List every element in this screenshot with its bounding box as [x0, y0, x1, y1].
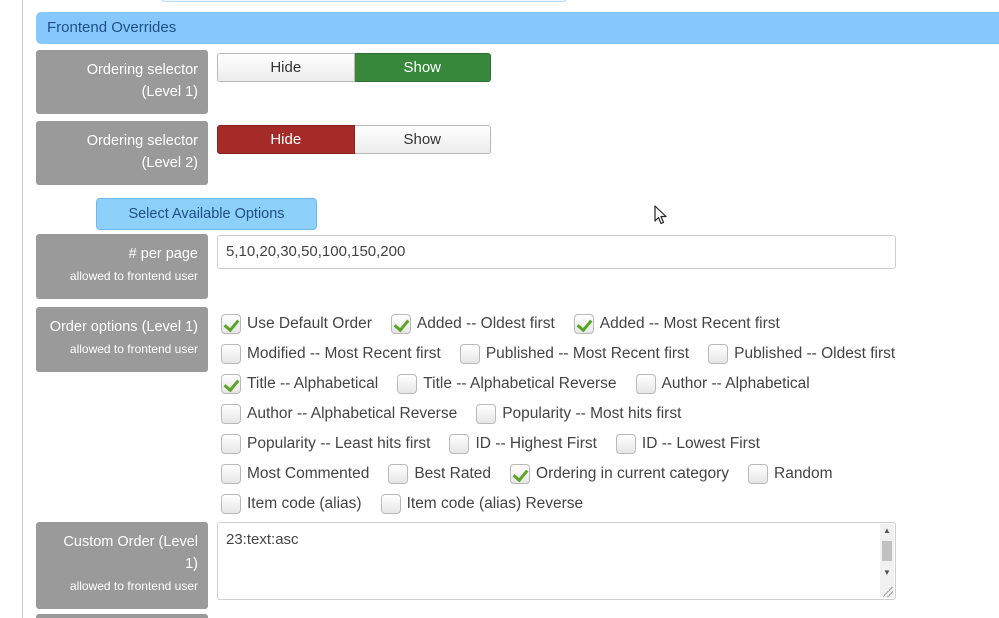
checkbox-icon[interactable] [635, 374, 656, 394]
option-modified-most-recent-first[interactable]: Modified -- Most Recent first [221, 344, 441, 364]
option-popularity-least-hits-first[interactable]: Popularity -- Least hits first [221, 434, 430, 454]
checkbox-icon[interactable] [476, 404, 497, 424]
option-use-default-order[interactable]: Use Default Order [221, 314, 372, 334]
check-icon[interactable] [510, 464, 531, 484]
check-icon[interactable] [221, 314, 241, 334]
check-icon[interactable] [221, 374, 241, 394]
checkbox-icon[interactable] [459, 344, 480, 364]
custom-order-label: Custom Order (Level 1) allowed to fronte… [36, 522, 208, 609]
option-best-rated[interactable]: Best Rated [388, 464, 491, 484]
scrollbar-thumb[interactable] [882, 541, 892, 561]
options-row: Most Commented Best Rated Ordering in cu… [221, 459, 851, 489]
options-row: Author -- Alphabetical Reverse Popularit… [221, 399, 699, 429]
option-ordering-in-current-category[interactable]: Ordering in current category [510, 464, 729, 484]
options-row: Use Default Order Added -- Oldest first … [221, 309, 798, 339]
order-options-label: Order options (Level 1) allowed to front… [36, 307, 208, 372]
ordering-level2-toggle[interactable]: Hide Show [217, 125, 491, 154]
ordering-level1-hide-button[interactable]: Hide [217, 53, 355, 82]
option-item-code-alias[interactable]: Item code (alias) [221, 494, 362, 514]
option-random[interactable]: Random [748, 464, 833, 484]
checkbox-icon[interactable] [708, 344, 729, 364]
options-row: Title -- Alphabetical Title -- Alphabeti… [221, 369, 828, 399]
checkbox-icon[interactable] [615, 434, 636, 454]
option-popularity-most-hits-first[interactable]: Popularity -- Most hits first [476, 404, 681, 424]
option-author-alphabetical-reverse[interactable]: Author -- Alphabetical Reverse [221, 404, 457, 424]
option-id-highest-first[interactable]: ID -- Highest First [449, 434, 597, 454]
arrow-up-icon[interactable]: ▲ [880, 524, 894, 538]
section-header-frontend-overrides[interactable]: Frontend Overrides [36, 12, 999, 44]
per-page-input[interactable]: 5,10,20,30,50,100,150,200 [217, 235, 896, 269]
left-border [22, 0, 23, 618]
checkbox-icon[interactable] [221, 494, 241, 514]
options-row: Popularity -- Least hits first ID -- Hig… [221, 429, 778, 459]
options-row: Item code (alias) Item code (alias) Reve… [221, 489, 601, 519]
previous-panel-edge [160, 0, 568, 2]
options-row: Modified -- Most Recent first Published … [221, 339, 913, 369]
checkbox-icon[interactable] [449, 434, 470, 454]
option-author-alphabetical[interactable]: Author -- Alphabetical [635, 374, 810, 394]
check-icon[interactable] [573, 314, 594, 334]
per-page-label: # per page allowed to frontend user [36, 234, 208, 299]
checkbox-icon[interactable] [380, 494, 401, 514]
option-added-oldest-first[interactable]: Added -- Oldest first [390, 314, 555, 334]
option-id-lowest-first[interactable]: ID -- Lowest First [615, 434, 760, 454]
select-available-options-button[interactable]: Select Available Options [96, 198, 317, 230]
checkbox-icon[interactable] [748, 464, 768, 484]
checkbox-icon[interactable] [221, 464, 241, 484]
ordering-level1-label: Ordering selector (Level 1) [36, 50, 208, 114]
checkbox-icon[interactable] [397, 374, 418, 394]
option-published-oldest-first[interactable]: Published -- Oldest first [708, 344, 895, 364]
custom-order-value: 23:text:asc [226, 531, 299, 548]
ordering-level2-hide-button[interactable]: Hide [217, 125, 355, 154]
ordering-level2-show-button[interactable]: Show [354, 125, 491, 154]
option-title-alphabetical[interactable]: Title -- Alphabetical [221, 374, 378, 394]
resize-grip-icon[interactable] [883, 587, 893, 597]
ordering-level2-label: Ordering selector (Level 2) [36, 121, 208, 185]
section-title: Frontend Overrides [47, 19, 177, 36]
ordering-level1-toggle[interactable]: Hide Show [217, 53, 491, 82]
next-label-edge [36, 614, 208, 618]
custom-order-textarea[interactable]: 23:text:asc ▲ ▼ [217, 522, 896, 600]
option-item-code-alias-reverse[interactable]: Item code (alias) Reverse [380, 494, 583, 514]
option-added-most-recent-first[interactable]: Added -- Most Recent first [573, 314, 780, 334]
check-icon[interactable] [390, 314, 411, 334]
checkbox-icon[interactable] [221, 404, 241, 424]
checkbox-icon[interactable] [221, 434, 241, 454]
option-title-alphabetical-reverse[interactable]: Title -- Alphabetical Reverse [397, 374, 617, 394]
arrow-down-icon[interactable]: ▼ [880, 566, 894, 580]
option-published-most-recent-first[interactable]: Published -- Most Recent first [459, 344, 689, 364]
checkbox-icon[interactable] [388, 464, 409, 484]
option-most-commented[interactable]: Most Commented [221, 464, 369, 484]
mouse-pointer-icon [654, 205, 667, 225]
ordering-level1-show-button[interactable]: Show [354, 53, 491, 82]
checkbox-icon[interactable] [221, 344, 241, 364]
